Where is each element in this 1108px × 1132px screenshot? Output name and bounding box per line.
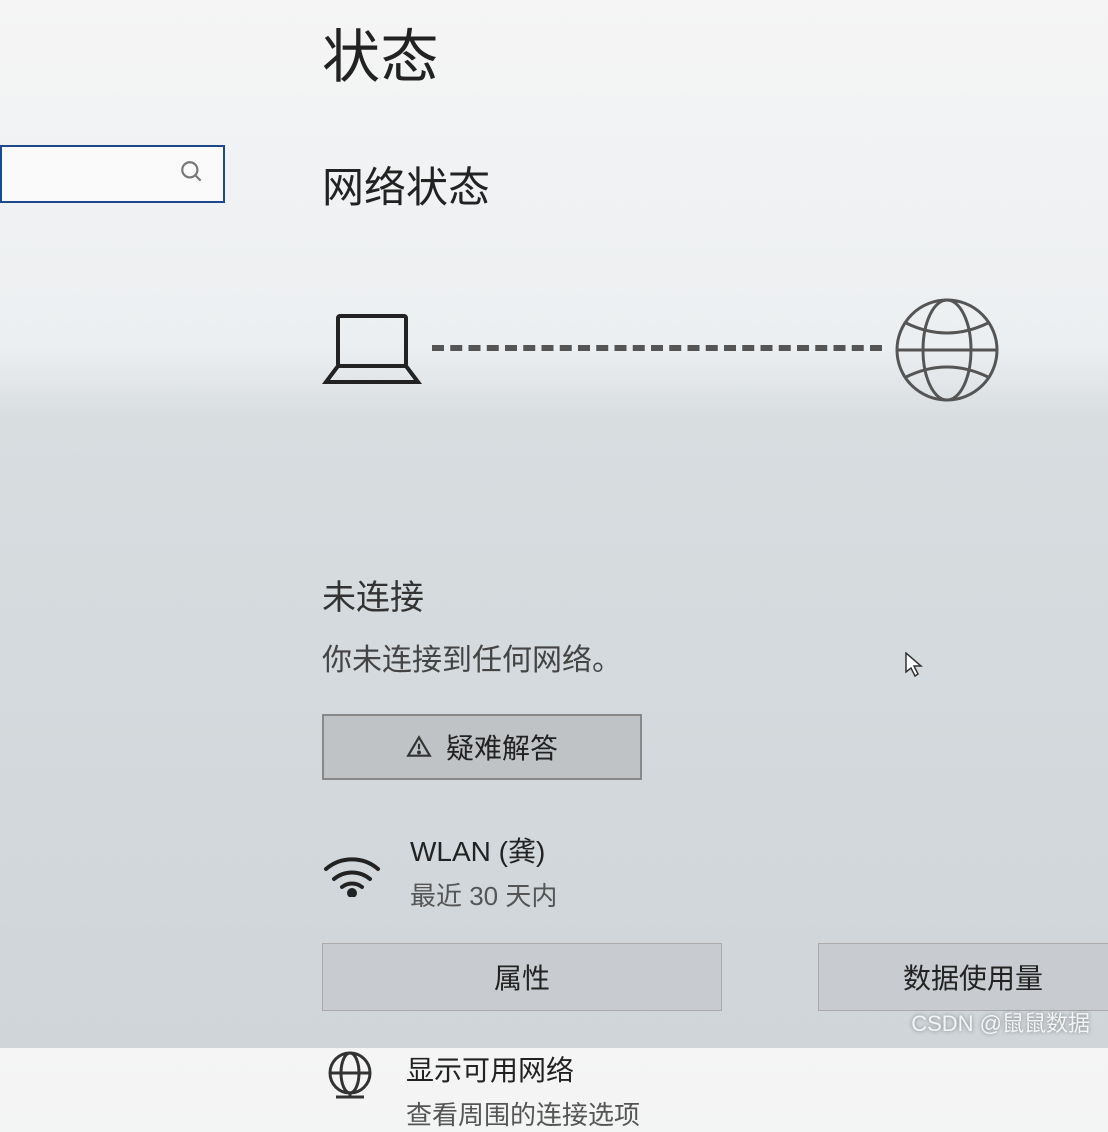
wlan-name: WLAN (龚) (410, 830, 557, 870)
globe-small-icon (322, 1049, 378, 1105)
wlan-row: WLAN (龚) 最近 30 天内 (322, 830, 1108, 913)
page-title: 状态 (322, 10, 1108, 94)
laptop-icon (322, 310, 422, 390)
properties-button[interactable]: 属性 (322, 943, 722, 1011)
available-title: 显示可用网络 (406, 1049, 640, 1089)
wlan-subtitle: 最近 30 天内 (410, 876, 557, 913)
globe-icon (892, 295, 1002, 405)
connection-line (432, 345, 882, 351)
warning-icon (406, 734, 432, 760)
data-usage-label: 数据使用量 (903, 957, 1043, 997)
section-title: 网络状态 (322, 154, 1108, 215)
data-usage-button[interactable]: 数据使用量 (818, 943, 1108, 1011)
watermark: CSDN @鼠鼠数据 (911, 1006, 1090, 1038)
available-subtitle: 查看周围的连接选项 (406, 1095, 640, 1132)
main-content: 状态 网络状态 未连接 你未连接到任何网络。 (322, 0, 1108, 1132)
wifi-icon (322, 847, 382, 897)
status-heading: 未连接 (322, 570, 1108, 619)
mouse-cursor (905, 652, 923, 678)
search-icon (179, 159, 205, 190)
available-networks-row[interactable]: 显示可用网络 查看周围的连接选项 (322, 1049, 1108, 1132)
wlan-text: WLAN (龚) 最近 30 天内 (410, 830, 557, 913)
network-diagram (322, 295, 1002, 405)
troubleshoot-label: 疑难解答 (446, 727, 558, 767)
button-row: 属性 数据使用量 (322, 943, 1108, 1011)
status-description: 你未连接到任何网络。 (322, 635, 1108, 679)
properties-label: 属性 (494, 957, 550, 997)
search-input[interactable] (0, 145, 225, 203)
troubleshoot-button[interactable]: 疑难解答 (322, 714, 642, 780)
available-text: 显示可用网络 查看周围的连接选项 (406, 1049, 640, 1132)
